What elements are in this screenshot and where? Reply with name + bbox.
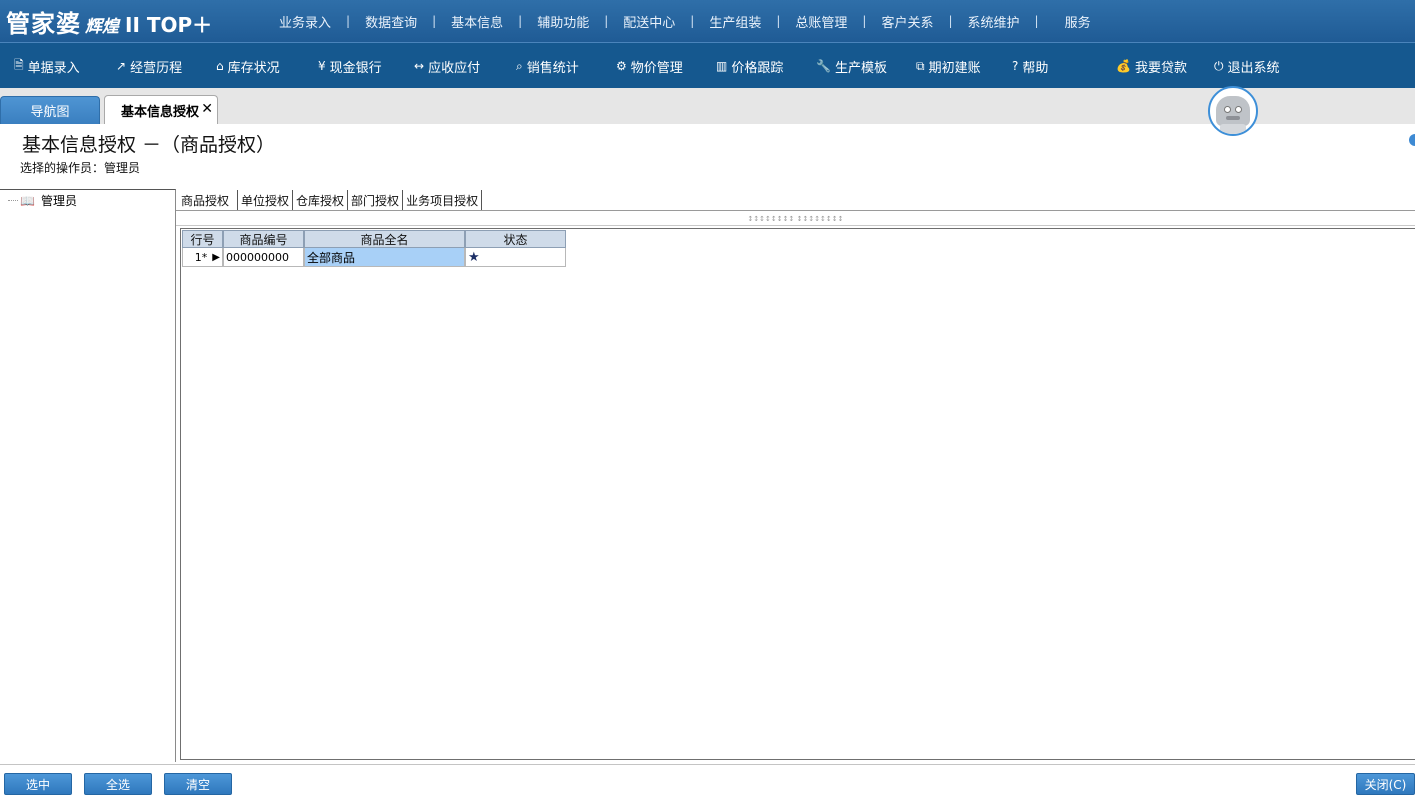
operator-label: 选择的操作员： bbox=[20, 161, 105, 175]
toolbar-label: 帮助 bbox=[1022, 60, 1049, 76]
toolbar-label: 我要贷款 bbox=[1134, 60, 1187, 76]
column-header-code[interactable]: 商品编号 bbox=[223, 230, 304, 248]
status-star-icon[interactable]: ★ bbox=[465, 248, 566, 267]
subtab-unit-auth[interactable]: 单位授权 bbox=[238, 190, 294, 210]
toolbar-business-history[interactable]: ↗ 经营历程 bbox=[116, 43, 182, 89]
tab-basic-info-auth[interactable]: 基本信息授权 ✕ bbox=[104, 95, 218, 124]
toolbar-label: 单据录入 bbox=[27, 60, 80, 76]
menu-item-basic-info[interactable]: 基本信息 bbox=[436, 12, 518, 31]
clear-button[interactable]: 清空 bbox=[164, 773, 232, 795]
toolbar-stock-status[interactable]: ⌂ 库存状况 bbox=[216, 43, 280, 89]
toolbar-label: 现金银行 bbox=[329, 60, 382, 76]
chart-line-icon: ↗ bbox=[116, 59, 127, 73]
assistant-robot-icon[interactable] bbox=[1208, 86, 1258, 136]
toolbar-document-entry[interactable]: 🗎 单据录入 bbox=[14, 43, 80, 89]
toolbar-loan[interactable]: 💰 我要贷款 bbox=[1116, 43, 1187, 89]
robot-body bbox=[1220, 124, 1246, 134]
product-grid: 行号 商品编号 商品全名 状态 1* ▶ 000000000 全部商品 ★ bbox=[180, 228, 1415, 760]
select-button[interactable]: 选中 bbox=[4, 773, 72, 795]
document-icon: 🗎 bbox=[14, 57, 24, 72]
toolbar-price-tracking[interactable]: ▥ 价格跟踪 bbox=[716, 43, 783, 89]
subtab-department-auth[interactable]: 部门授权 bbox=[348, 190, 404, 210]
operator-value: 管理员 bbox=[104, 161, 141, 175]
page-title: 基本信息授权 －（商品授权） bbox=[22, 134, 276, 156]
book-icon: 📖 bbox=[20, 193, 35, 208]
tree-connector bbox=[8, 200, 18, 201]
menu-item-production[interactable]: 生产组装 bbox=[694, 12, 776, 31]
row-number-cell: 1* ▶ bbox=[182, 248, 223, 267]
question-icon: ? bbox=[1012, 59, 1019, 73]
gear-icon: ⚙ bbox=[616, 59, 627, 73]
close-button[interactable]: 关闭(C) bbox=[1356, 773, 1415, 795]
toolbar-opening-accounts[interactable]: ⧉ 期初建账 bbox=[916, 43, 981, 89]
column-header-name[interactable]: 商品全名 bbox=[304, 230, 465, 248]
name-cell[interactable]: 全部商品 bbox=[304, 248, 465, 267]
menu-item-distribution[interactable]: 配送中心 bbox=[608, 12, 690, 31]
toolbar-price-management[interactable]: ⚙ 物价管理 bbox=[616, 43, 683, 89]
yen-icon: ¥ bbox=[318, 59, 326, 73]
external-link-icon: ⧉ bbox=[916, 58, 925, 73]
logo-subtext: 辉煌 bbox=[85, 17, 119, 37]
column-header-status[interactable]: 状态 bbox=[465, 230, 566, 248]
subtab-warehouse-auth[interactable]: 仓库授权 bbox=[293, 190, 349, 210]
bar-chart-icon: ▥ bbox=[716, 59, 728, 73]
toolbar-exit[interactable]: ⏻ 退出系统 bbox=[1214, 43, 1280, 89]
menu-item-aux-functions[interactable]: 辅助功能 bbox=[522, 12, 604, 31]
splitter-handle[interactable]: ↕↕↕↕↕↕↕↕ ↕↕↕↕↕↕↕↕ bbox=[176, 212, 1415, 226]
toolbar-label: 应收应付 bbox=[428, 60, 481, 76]
tab-label: 基本信息授权 bbox=[121, 104, 200, 120]
tab-strip: 导航图 基本信息授权 ✕ bbox=[0, 88, 1415, 124]
menu-item-crm[interactable]: 客户关系 bbox=[866, 12, 948, 31]
logo-text: 管家婆 bbox=[6, 10, 81, 38]
row-pointer-icon: ▶ bbox=[212, 251, 220, 263]
column-header-row-no[interactable]: 行号 bbox=[182, 230, 223, 248]
arrows-icon: ↔ bbox=[414, 59, 425, 73]
robot-eye bbox=[1224, 106, 1231, 113]
money-bag-icon: 💰 bbox=[1116, 59, 1131, 73]
toolbar-label: 销售统计 bbox=[526, 60, 579, 76]
home-icon: ⌂ bbox=[216, 59, 224, 73]
code-cell[interactable]: 000000000 bbox=[223, 248, 304, 267]
auth-subtabs: 商品授权 单位授权 仓库授权 部门授权 业务项目授权 bbox=[176, 189, 1415, 211]
toolbar-label: 价格跟踪 bbox=[731, 60, 784, 76]
bottom-button-bar: 选中 全选 清空 关闭(C) bbox=[0, 764, 1415, 800]
toolbar-receivable-payable[interactable]: ↔ 应收应付 bbox=[414, 43, 480, 89]
operator-tree: 📖 管理员 bbox=[0, 189, 176, 762]
toolbar-cash-bank[interactable]: ¥ 现金银行 bbox=[318, 43, 382, 89]
robot-eye bbox=[1235, 106, 1242, 113]
menu-item-system[interactable]: 系统维护 bbox=[953, 12, 1035, 31]
close-icon[interactable]: ✕ bbox=[201, 101, 213, 117]
toolbar-label: 库存状况 bbox=[227, 60, 280, 76]
app-logo: 管家婆 辉煌 II TOP＋ bbox=[6, 4, 212, 38]
menu-item-service[interactable]: 服务 bbox=[1039, 12, 1106, 31]
search-icon: ⌕ bbox=[516, 58, 523, 73]
toolbar-label: 物价管理 bbox=[630, 60, 683, 76]
toolbar-label: 经营历程 bbox=[130, 60, 183, 76]
toolbar-label: 期初建账 bbox=[928, 60, 981, 76]
toolbar-label: 退出系统 bbox=[1227, 60, 1280, 76]
wrench-icon: 🔧 bbox=[816, 59, 831, 73]
logo-edition: II TOP＋ bbox=[125, 13, 213, 37]
info-icon[interactable] bbox=[1409, 134, 1415, 146]
tree-node-label: 管理员 bbox=[40, 194, 77, 208]
subtab-product-auth[interactable]: 商品授权 bbox=[176, 190, 239, 210]
menu-item-business-entry[interactable]: 业务录入 bbox=[264, 12, 346, 31]
subtab-project-auth[interactable]: 业务项目授权 bbox=[403, 190, 483, 210]
top-menu: 业务录入 | 数据查询 | 基本信息 | 辅助功能 | 配送中心 | 生产组装 | 总账管理… bbox=[264, 0, 1106, 42]
toolbar-sales-stats[interactable]: ⌕ 销售统计 bbox=[516, 43, 579, 89]
power-icon: ⏻ bbox=[1214, 58, 1224, 73]
tab-navigation-map[interactable]: 导航图 bbox=[0, 96, 100, 124]
main-toolbar: 🗎 单据录入 ↗ 经营历程 ⌂ 库存状况 ¥ 现金银行 ↔ 应收应付 ⌕ 销售统计 ⚙ 物价管… bbox=[0, 42, 1415, 88]
top-menu-bar: 管家婆 辉煌 II TOP＋ 业务录入 | 数据查询 | 基本信息 | 辅助功能 | 配… bbox=[0, 0, 1415, 42]
toolbar-production-template[interactable]: 🔧 生产模板 bbox=[816, 43, 887, 89]
menu-item-data-query[interactable]: 数据查询 bbox=[350, 12, 432, 31]
robot-face bbox=[1216, 96, 1250, 126]
toolbar-label: 生产模板 bbox=[834, 60, 887, 76]
tree-node-admin[interactable]: 📖 管理员 bbox=[8, 192, 77, 209]
robot-mouth bbox=[1226, 116, 1240, 120]
toolbar-help[interactable]: ? 帮助 bbox=[1012, 43, 1048, 89]
menu-item-ledger[interactable]: 总账管理 bbox=[780, 12, 862, 31]
select-all-button[interactable]: 全选 bbox=[84, 773, 152, 795]
row-number: 1* bbox=[194, 250, 208, 264]
